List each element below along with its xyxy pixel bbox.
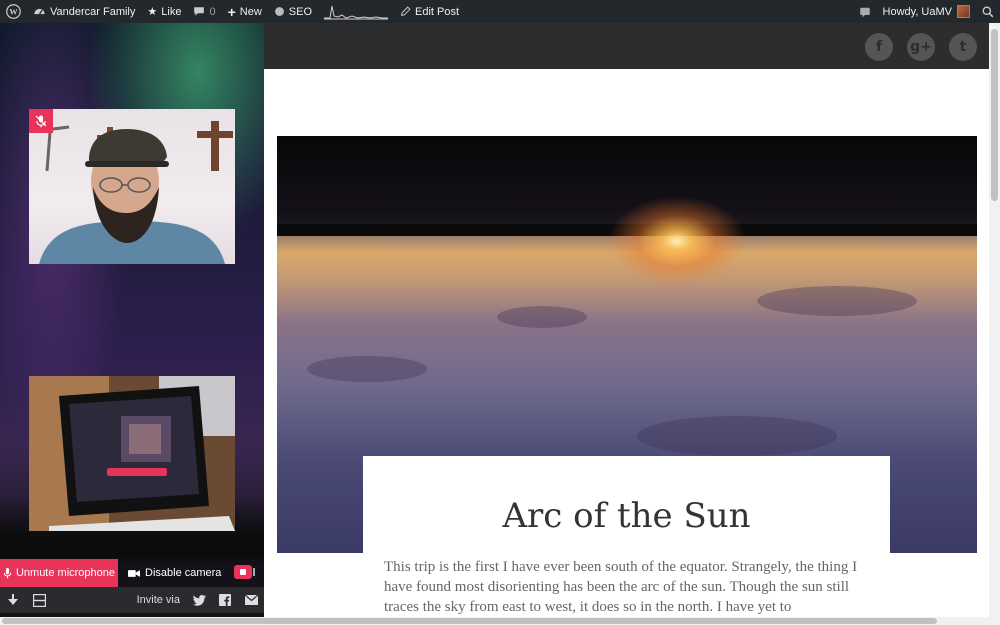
cloud-shape	[497, 306, 587, 328]
svg-text:W: W	[9, 8, 18, 17]
post-body-text: This trip is the first I have ever been …	[384, 559, 858, 615]
notifications-button[interactable]	[853, 0, 877, 23]
edit-post-button[interactable]: Edit Post	[394, 0, 465, 23]
seo-label: SEO	[288, 5, 313, 18]
comments-count: 0	[209, 5, 216, 18]
wordpress-logo-button[interactable]: W	[0, 0, 27, 23]
star-icon: ★	[147, 5, 158, 18]
webcam-person-image	[36, 118, 233, 264]
sun-glow	[607, 196, 747, 286]
mic-muted-badge	[29, 109, 53, 133]
invite-twitter-button[interactable]	[186, 587, 212, 613]
stats-sparkline-icon	[324, 5, 389, 19]
like-button[interactable]: ★ Like	[141, 0, 187, 23]
unmute-microphone-button[interactable]: Unmute microphone	[0, 559, 118, 587]
plus-icon: +	[227, 3, 236, 20]
chat-bubble-button[interactable]	[234, 564, 256, 582]
comment-icon	[194, 7, 205, 16]
seo-button[interactable]: SEO	[268, 0, 318, 23]
avatar	[957, 5, 970, 18]
horizontal-scrollbar[interactable]	[0, 617, 1000, 625]
edit-post-label: Edit Post	[415, 5, 460, 18]
site-name: Vandercar Family	[50, 5, 136, 18]
twitter-share-button[interactable]: t	[949, 33, 977, 61]
facebook-icon: f	[875, 39, 883, 55]
comments-button[interactable]: 0	[187, 0, 221, 23]
unmute-label: Unmute microphone	[15, 567, 116, 579]
download-arrow-icon	[8, 594, 18, 605]
dashboard-icon	[34, 8, 45, 15]
horizontal-scrollbar-thumb[interactable]	[2, 618, 937, 624]
layout-split-icon	[32, 593, 46, 607]
search-icon	[982, 6, 994, 17]
my-account-menu[interactable]: Howdy, UaMV	[877, 0, 976, 23]
cloud-shape	[637, 416, 837, 456]
download-button[interactable]	[0, 587, 26, 613]
admin-search-button[interactable]	[976, 0, 1000, 23]
post-title-box: Arc of the Sun	[363, 456, 890, 556]
remote-webcam-image	[29, 376, 235, 531]
wordpress-icon: W	[6, 4, 21, 19]
chat-bubble-icon	[234, 565, 255, 579]
new-content-button[interactable]: + New	[222, 0, 268, 23]
microphone-icon	[3, 567, 12, 578]
site-name-menu[interactable]: Vandercar Family	[27, 0, 141, 23]
google-plus-icon: g+	[910, 39, 932, 55]
invite-facebook-button[interactable]	[212, 587, 238, 613]
stats-sparkline-button[interactable]	[318, 0, 394, 23]
post-title: Arc of the Sun	[502, 496, 751, 536]
howdy-greeting: Howdy, UaMV	[882, 5, 952, 18]
vertical-scrollbar-thumb[interactable]	[991, 29, 998, 201]
facebook-icon	[219, 594, 231, 606]
video-camera-icon	[128, 569, 140, 577]
remote-video-feed[interactable]	[29, 376, 235, 531]
disable-camera-button[interactable]: Disable camera	[118, 559, 231, 587]
video-chat-sidebar: Unmute microphone Disable camera Invite …	[0, 23, 264, 625]
self-video-feed[interactable]	[29, 109, 235, 264]
seo-circle-icon	[274, 7, 284, 16]
vertical-scrollbar[interactable]	[989, 23, 1000, 617]
invite-via-label: Invite via	[136, 594, 180, 606]
mic-muted-icon	[35, 115, 47, 128]
twitter-icon	[192, 594, 206, 606]
theme-header-strip: f g+ t	[264, 23, 989, 69]
video-chat-controls: Unmute microphone Disable camera Invite …	[0, 559, 264, 625]
layout-toggle-button[interactable]	[26, 587, 52, 613]
facebook-share-button[interactable]: f	[865, 33, 893, 61]
notification-icon	[859, 7, 870, 17]
cloud-shape	[307, 356, 427, 382]
cloud-shape	[757, 286, 917, 316]
new-label: New	[239, 5, 262, 18]
wp-admin-bar: W Vandercar Family ★ Like 0 + New SEO Ed…	[0, 0, 1000, 23]
invite-email-button[interactable]	[238, 587, 264, 613]
like-label: Like	[161, 5, 182, 18]
twitter-icon: t	[959, 39, 967, 55]
google-plus-share-button[interactable]: g+	[907, 33, 935, 61]
email-envelope-icon	[244, 595, 258, 605]
pencil-icon	[401, 6, 411, 16]
disable-camera-label: Disable camera	[145, 567, 222, 579]
post-content-area: Arc of the Sun This trip is the first I …	[264, 69, 989, 617]
